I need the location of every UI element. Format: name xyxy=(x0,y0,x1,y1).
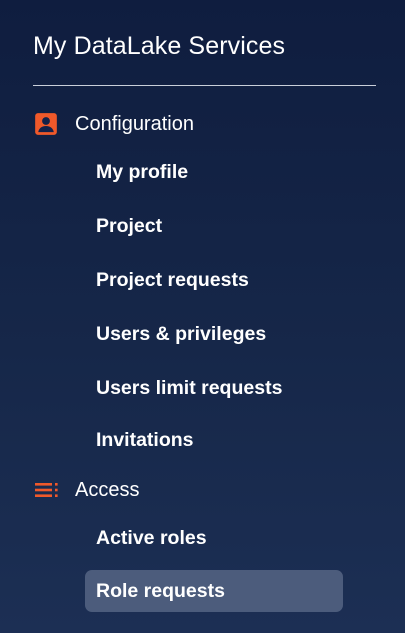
section-label-access: Access xyxy=(75,478,140,501)
account-box-icon xyxy=(33,110,61,138)
app-title: My DataLake Services xyxy=(33,32,286,60)
nav-item-my-profile[interactable]: My profile xyxy=(85,151,343,193)
title-divider xyxy=(33,85,376,86)
nav-item-users-privileges[interactable]: Users & privileges xyxy=(85,313,343,355)
section-configuration[interactable]: Configuration xyxy=(33,109,194,139)
nav-item-invitations[interactable]: Invitations xyxy=(85,419,343,461)
nav-item-active-roles[interactable]: Active roles xyxy=(85,517,343,559)
nav-item-users-limit-requests[interactable]: Users limit requests xyxy=(85,367,343,409)
sidebar-nav: My DataLake Services Configuration My pr… xyxy=(0,0,405,633)
section-access[interactable]: Access xyxy=(33,475,139,505)
nav-item-project[interactable]: Project xyxy=(85,205,343,247)
nav-item-project-requests[interactable]: Project requests xyxy=(85,259,343,301)
nav-item-role-requests[interactable]: Role requests xyxy=(85,570,343,612)
list-lines-icon xyxy=(33,476,61,504)
section-label-configuration: Configuration xyxy=(75,112,194,135)
